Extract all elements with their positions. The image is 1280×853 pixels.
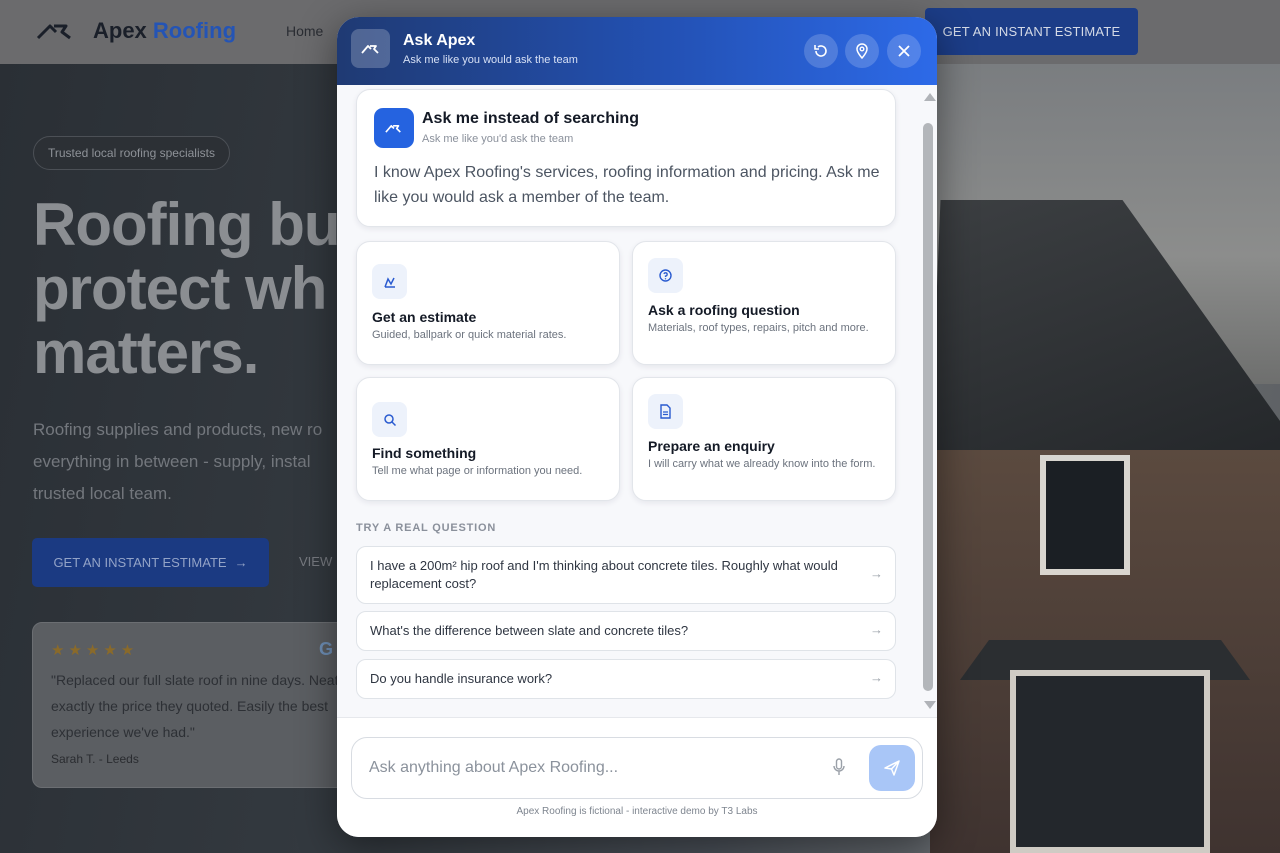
location-button[interactable] xyxy=(845,34,879,68)
message-input[interactable] xyxy=(369,738,819,798)
google-icon: G xyxy=(319,639,334,659)
send-button[interactable] xyxy=(869,745,915,791)
try-question-label: TRY A REAL QUESTION xyxy=(356,522,497,534)
scroll-down-arrow-icon[interactable] xyxy=(924,701,936,709)
chat-body[interactable]: Ask me instead of searching Ask me like … xyxy=(337,85,937,717)
card-description: Tell me what page or information you nee… xyxy=(372,465,583,477)
intro-message-card: Ask me instead of searching Ask me like … xyxy=(356,89,896,227)
trust-pill: Trusted local roofing specialists xyxy=(33,136,230,170)
suggested-question[interactable]: What's the difference between slate and … xyxy=(356,611,896,651)
subtext-line: trusted local team. xyxy=(33,484,172,503)
review-line: exactly the price they quoted. Easily th… xyxy=(51,698,329,714)
house-bay-window xyxy=(1010,670,1210,853)
nav-home-link[interactable]: Home xyxy=(286,23,323,39)
roof-chart-icon xyxy=(372,264,407,299)
suggested-question[interactable]: I have a 200m² hip roof and I'm thinking… xyxy=(356,546,896,604)
review-author: Sarah T. - Leeds xyxy=(51,752,139,766)
search-icon xyxy=(372,402,407,437)
widget-footnote: Apex Roofing is fictional - interactive … xyxy=(516,806,758,817)
subtext-line: everything in between - supply, instal xyxy=(33,452,311,471)
arrow-right-icon: → xyxy=(870,670,883,685)
headline-line: matters. xyxy=(33,319,259,386)
prepare-enquiry-card[interactable]: Prepare an enquiry I will carry what we … xyxy=(632,377,896,501)
house-window xyxy=(1040,455,1130,575)
card-title: Find something xyxy=(372,445,477,461)
arrow-right-icon: → xyxy=(234,555,248,570)
review-line: "Replaced our full slate roof in nine da… xyxy=(51,672,339,688)
scrollbar-thumb[interactable] xyxy=(923,123,933,691)
intro-title: Ask me instead of searching xyxy=(422,110,639,127)
message-composer xyxy=(351,737,923,799)
header-estimate-button[interactable]: GET AN INSTANT ESTIMATE xyxy=(925,8,1138,55)
hero-headline: Roofing bu protect wh matters. xyxy=(33,191,341,386)
star-rating: ★★★★★ xyxy=(51,642,139,659)
widget-title: Ask Apex xyxy=(403,32,476,49)
site-logo[interactable]: Apex Roofing xyxy=(93,18,236,44)
scroll-up-arrow-icon[interactable] xyxy=(924,93,936,101)
hero-house-image xyxy=(930,200,1280,853)
logo-icon xyxy=(360,44,379,54)
logo-icon xyxy=(385,124,401,133)
roofing-question-card[interactable]: Ask a roofing question Materials, roof t… xyxy=(632,241,896,365)
suggested-question[interactable]: Do you handle insurance work? → xyxy=(356,659,896,699)
card-description: I will carry what we already know into t… xyxy=(648,458,876,470)
arrow-right-icon: → xyxy=(870,566,883,581)
ask-apex-chat-widget: Ask Apex Ask me like you would ask the t… xyxy=(337,17,937,837)
card-description: Guided, ballpark or quick material rates… xyxy=(372,329,567,341)
view-link[interactable]: VIEW xyxy=(299,554,332,569)
close-icon xyxy=(898,45,910,57)
review-text: "Replaced our full slate roof in nine da… xyxy=(51,667,351,745)
logo-icon xyxy=(36,24,71,40)
refresh-icon xyxy=(814,45,827,57)
house-roof xyxy=(930,200,1280,460)
suggested-question-text: What's the difference between slate and … xyxy=(370,623,689,638)
hero-estimate-label: GET AN INSTANT ESTIMATE xyxy=(53,555,227,570)
headline-line: Roofing bu xyxy=(33,191,341,258)
arrow-right-icon: → xyxy=(870,622,883,637)
estimate-card[interactable]: Get an estimate Guided, ballpark or quic… xyxy=(356,241,620,365)
hero-estimate-button[interactable]: GET AN INSTANT ESTIMATE → xyxy=(32,538,269,587)
question-bubble-icon xyxy=(648,258,683,293)
card-title: Get an estimate xyxy=(372,309,477,325)
assistant-avatar xyxy=(351,29,390,68)
suggested-question-text: I have a 200m² hip roof and I'm thinking… xyxy=(370,558,838,591)
intro-subtitle: Ask me like you'd ask the team xyxy=(422,133,574,145)
close-button[interactable] xyxy=(887,34,921,68)
card-title: Ask a roofing question xyxy=(648,302,800,318)
hero-subtext: Roofing supplies and products, new ro ev… xyxy=(33,414,353,510)
send-icon xyxy=(884,760,900,776)
find-something-card[interactable]: Find something Tell me what page or info… xyxy=(356,377,620,501)
microphone-icon xyxy=(833,758,845,775)
review-line: experience we've had." xyxy=(51,724,195,740)
headline-line: protect wh xyxy=(33,255,327,322)
assistant-badge xyxy=(374,108,414,148)
card-title: Prepare an enquiry xyxy=(648,438,775,454)
subtext-line: Roofing supplies and products, new ro xyxy=(33,420,323,439)
intro-body: I know Apex Roofing's services, roofing … xyxy=(374,164,880,206)
logo-accent: Roofing xyxy=(152,18,237,43)
scrollbar[interactable] xyxy=(921,89,936,715)
location-pin-icon xyxy=(856,43,868,59)
logo-name: Apex xyxy=(93,18,147,43)
review-card: ★★★★★ G "Replaced our full slate roof in… xyxy=(32,622,352,788)
document-icon xyxy=(648,394,683,429)
card-description: Materials, roof types, repairs, pitch an… xyxy=(648,322,869,334)
widget-header: Ask Apex Ask me like you would ask the t… xyxy=(337,17,937,85)
suggested-question-text: Do you handle insurance work? xyxy=(370,671,553,686)
restart-button[interactable] xyxy=(804,34,838,68)
chat-footer: Apex Roofing is fictional - interactive … xyxy=(337,717,937,837)
microphone-button[interactable] xyxy=(827,755,851,779)
widget-subtitle: Ask me like you would ask the team xyxy=(403,54,578,66)
